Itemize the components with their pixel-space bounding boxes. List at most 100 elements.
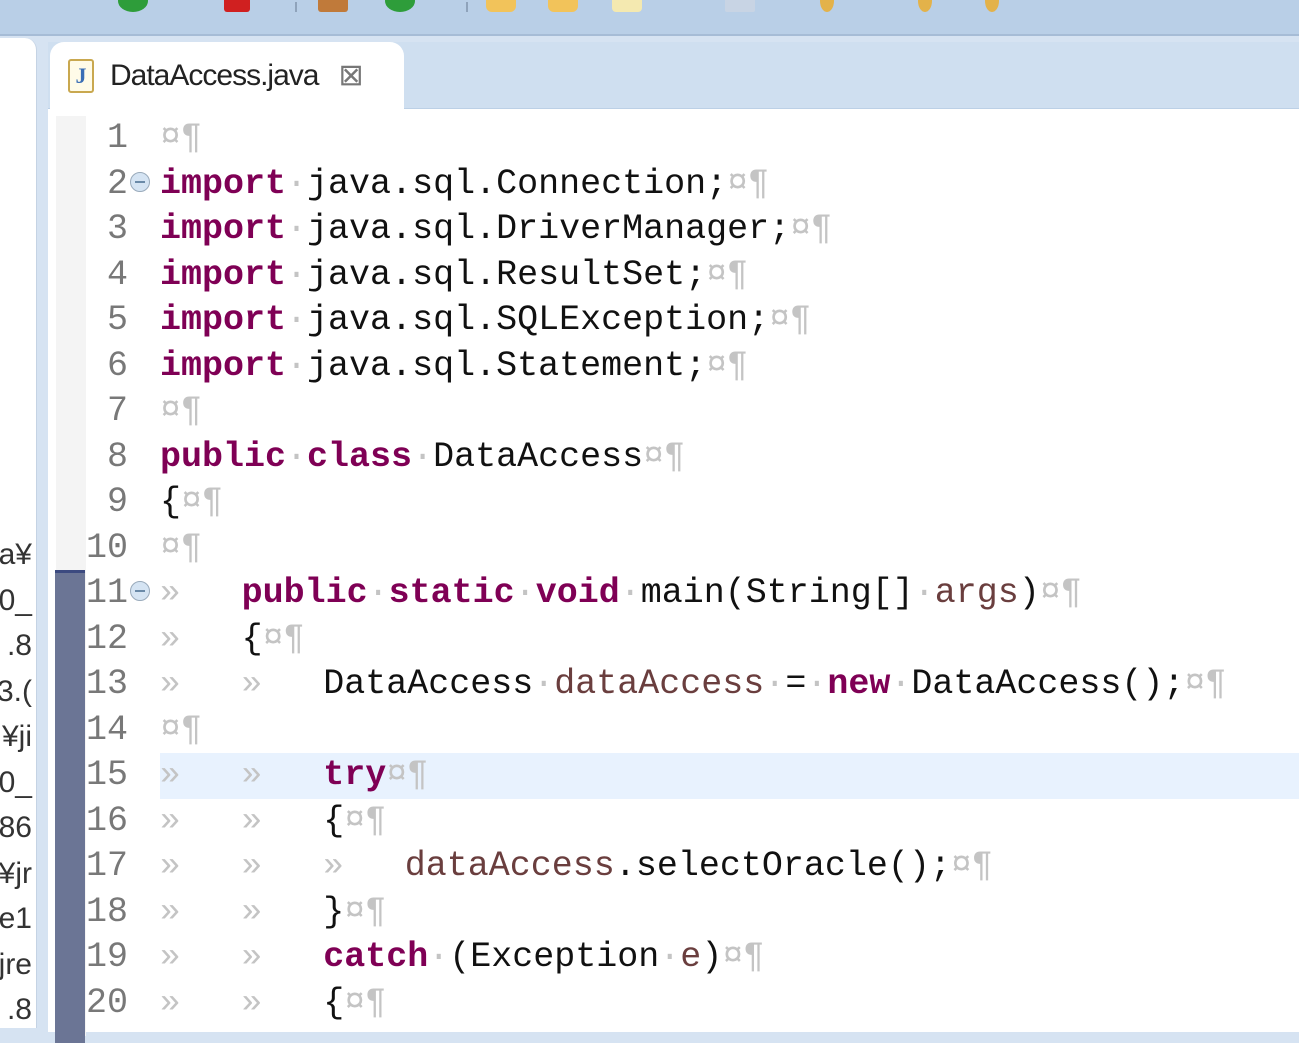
tree-item-fragment[interactable]: 3.( (0, 675, 32, 709)
line-content: import·java.sql.ResultSet;¤¶ (160, 253, 1299, 299)
line-content: » {¤¶ (160, 617, 1299, 663)
code-token: { (160, 482, 182, 522)
code-token: { (323, 800, 345, 841)
eol-marker: ¤¶ (769, 300, 812, 340)
code-token: main(String[] (640, 573, 914, 613)
run-icon[interactable] (118, 0, 148, 12)
keyword-token: try (323, 755, 387, 795)
line-number: 12 (85, 618, 128, 659)
eol-marker: ¤¶ (160, 527, 203, 568)
code-token: ) (1018, 573, 1040, 613)
eol-marker: ¤¶ (344, 800, 387, 841)
keyword-token: public (241, 573, 368, 613)
fold-collapse-icon[interactable] (130, 581, 150, 601)
code-line[interactable]: 6 import·java.sql.Statement;¤¶ (48, 344, 1299, 390)
eol-marker: ¤¶ (160, 118, 203, 158)
eol-marker: ¤¶ (790, 209, 833, 249)
tree-item-fragment[interactable]: a¥ (0, 538, 32, 572)
fold-collapse-icon[interactable] (130, 171, 150, 192)
tree-item-fragment[interactable]: jre (0, 948, 32, 982)
code-line[interactable]: 12 » {¤¶ (48, 617, 1299, 663)
line-number: 1 (106, 118, 128, 158)
line-number: 5 (106, 300, 128, 340)
code-line[interactable]: 9 {¤¶ (48, 480, 1299, 526)
space-marker: · (764, 664, 786, 704)
external-tools-icon[interactable] (318, 0, 348, 12)
code-line[interactable]: 18 » »}¤¶ (48, 890, 1299, 936)
line-content: ¤¶ (160, 526, 1299, 572)
space-marker: · (533, 664, 555, 704)
code-token: = (785, 664, 807, 704)
space-marker: · (428, 937, 450, 977)
code-token: java.sql.Connection; (307, 163, 728, 204)
eol-marker: ¤¶ (160, 709, 203, 750)
tab-marker: » (241, 939, 262, 977)
tree-item-fragment[interactable]: .8 (7, 629, 32, 663)
tab-marker: » (160, 620, 181, 659)
line-number: 9 (106, 482, 128, 522)
code-line[interactable]: 5 import·java.sql.SQLException;¤¶ (48, 298, 1299, 344)
tree-item-fragment[interactable]: e1 (0, 902, 32, 936)
line-number: 20 (85, 982, 128, 1023)
line-content: » » try¤¶ (160, 753, 1299, 799)
code-line[interactable]: 15 » » try¤¶ (48, 753, 1299, 799)
space-marker: · (806, 664, 828, 704)
tree-item-fragment[interactable]: 0_ (0, 584, 32, 618)
line-content: {¤¶ (160, 480, 1299, 526)
tree-item-fragment[interactable]: 86 (0, 811, 32, 845)
tab-marker: » (160, 757, 181, 795)
code-line[interactable]: 14 ¤¶ (48, 708, 1299, 754)
back-arrow-icon[interactable] (918, 0, 932, 12)
line-number: 2 (106, 163, 128, 204)
stop-icon[interactable] (224, 0, 250, 12)
tab-marker: » (160, 802, 181, 841)
line-number: 3 (106, 209, 128, 249)
folder-open-icon[interactable] (548, 0, 578, 12)
code-line[interactable]: 16 » » {¤¶ (48, 799, 1299, 845)
code-line[interactable]: 2 import·java.sql.Connection;¤¶ (48, 162, 1299, 208)
code-line[interactable]: 17 » » » dataAccess.selectOracle();¤¶ (48, 844, 1299, 890)
code-line[interactable]: 7 ¤¶ (48, 389, 1299, 435)
line-number: 13 (85, 664, 128, 704)
code-line[interactable]: 20 » » {¤¶ (48, 981, 1299, 1027)
code-line[interactable]: 4 import·java.sql.ResultSet;¤¶ (48, 253, 1299, 299)
code-line[interactable]: 19»» catch·(Exception·e)¤¶ (48, 935, 1299, 981)
java-file-icon: J (68, 58, 94, 93)
eol-marker: ¤¶ (160, 391, 203, 431)
code-token: { (323, 982, 345, 1023)
tree-item-fragment[interactable]: ¥ji (2, 720, 32, 754)
forward-arrow-icon[interactable] (985, 0, 999, 12)
console-icon[interactable] (725, 0, 755, 12)
debug-icon[interactable] (385, 0, 415, 12)
code-line[interactable]: 13»» DataAccess·dataAccess·=·new·DataAcce… (48, 662, 1299, 708)
eol-marker: ¤¶ (1184, 664, 1227, 704)
tab-marker: » (160, 984, 181, 1023)
tab-marker: » (160, 666, 181, 704)
code-line[interactable]: 8 public·class·DataAccess¤¶ (48, 435, 1299, 481)
keyword-token: import (160, 163, 287, 204)
tab-dataaccess-java[interactable]: J DataAccess.java ⊠ (50, 42, 404, 109)
code-line[interactable]: 10 ¤¶ (48, 526, 1299, 572)
tab-marker: » (160, 848, 181, 886)
line-number: 11 (85, 573, 128, 613)
tree-item-fragment[interactable]: .0_ (0, 766, 32, 800)
close-icon[interactable]: ⊠ (338, 58, 363, 93)
eol-marker: ¤¶ (262, 618, 305, 659)
tree-item-fragment[interactable]: .8 (7, 993, 32, 1027)
keyword-token: class (307, 436, 413, 477)
package-explorer-panel: a¥ 0_ .8 3.( ¥ji .0_ 86 ¥jr e1 jre .8 (0, 38, 37, 1028)
code-token: DataAccess (433, 436, 644, 477)
code-line[interactable]: 1 ¤¶ (48, 116, 1299, 162)
code-line[interactable]: 3 import·java.sql.DriverManager;¤¶ (48, 207, 1299, 253)
pin-icon[interactable] (820, 0, 834, 12)
eol-marker: ¤¶ (386, 755, 429, 795)
code-line[interactable]: 11» public·static·void·main(String[]·args… (48, 571, 1299, 617)
editor-tab-bar: J DataAccess.java ⊠ (48, 42, 1299, 109)
search-icon[interactable] (612, 0, 642, 12)
keyword-token: void (535, 573, 620, 613)
tree-item-fragment[interactable]: ¥jr (0, 857, 32, 891)
keyword-token: public (160, 436, 287, 477)
main-toolbar (0, 0, 1299, 36)
folder-icon[interactable] (486, 0, 516, 12)
tab-marker: » (160, 575, 181, 613)
